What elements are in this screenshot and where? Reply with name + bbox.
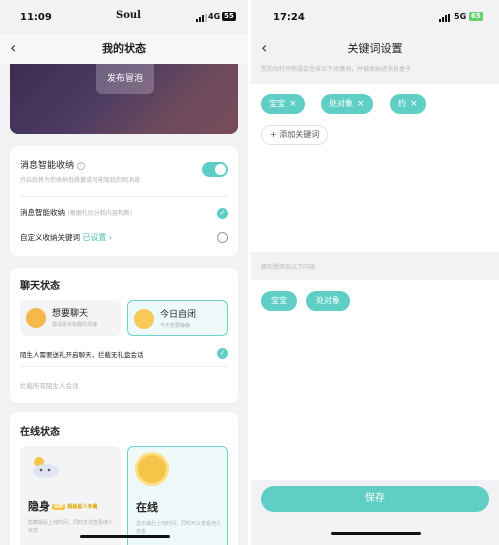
online-status-card: 在线状态 隐身 VIP 超级星人专属 隐藏最后上线时间，同时无法查看他人状态 在线 … [10,412,238,545]
home-indicator[interactable] [80,535,170,538]
network-label: 5G [454,12,467,21]
home-indicator[interactable] [331,532,421,535]
smart-fold-subtitle: 开启后将为您收纳低质量或可能取扰的陌消息 [20,177,141,184]
online-status-heading: 在线状态 [20,427,60,438]
smile-emoji-icon [134,309,154,329]
add-keyword-button[interactable]: + 添加关键词 [261,125,329,145]
keyword-chip[interactable]: 宝宝 × [261,94,305,114]
check-icon[interactable]: ✓ [217,348,228,359]
smart-fold-card: 消息智能收纳 ? 开启后将为您收纳低质量或可能取扰的陌消息 消息智能收纳 (根据… [10,146,238,256]
option-custom-keywords[interactable]: 自定义收纳关键词 已设置 › [20,232,112,243]
smart-fold-title: 消息智能收纳 ? [20,158,85,171]
nav-bar: ‹ 我的状态 [0,34,248,64]
suggestion-hint: 猜你想添加以下内容 [261,264,316,271]
option-subtitle: 邀请更多有趣的灵魂 [52,322,98,328]
signal-icon [196,14,207,22]
close-icon[interactable]: × [357,99,365,109]
info-icon[interactable]: ? [76,162,85,170]
keywords-set-link[interactable]: 已设置 › [82,233,112,242]
option-subtitle: 今天想要静静 [160,323,191,329]
sun-icon [138,455,166,483]
option-title: 在线 [136,501,158,514]
carrier-label: Soul [116,10,141,21]
network-label: 4G [208,12,221,21]
chat-status-heading: 聊天状态 [20,281,60,292]
close-icon[interactable]: × [410,99,418,109]
publish-bubble-button[interactable]: 发布冒泡 [96,64,154,94]
radio-icon[interactable] [217,232,228,243]
close-icon[interactable]: × [289,99,297,109]
option-title: 想要聊天 [52,309,89,319]
option-smart-fold[interactable]: 消息智能收纳 (根据礼仪分和内容判断) [20,207,132,218]
suggestions-panel: 宝宝 处对象 [251,280,499,480]
divider [20,366,228,367]
status-bar: 11:09 Soul 4G 55 [0,0,248,34]
vip-badge: VIP [52,504,66,510]
online-option-invisible[interactable]: 隐身 VIP 超级星人专属 隐藏最后上线时间，同时无法查看他人状态 [20,446,121,545]
option-subtitle: 隐藏最后上线时间，同时无法查看他人状态 [28,520,114,534]
option-title: 隐身 VIP 超级星人专属 [28,500,98,513]
cloud-icon [33,457,59,478]
keyword-chip[interactable]: 约 × [390,94,426,114]
check-icon[interactable]: ✓ [217,208,228,219]
clock: 11:09 [20,12,52,23]
page-title: 我的状态 [102,42,146,55]
online-option-online[interactable]: 在线 显示最后上线时间，同时可以查看他人状态 [127,446,228,545]
option-subtitle: 显示最后上线时间，同时可以查看他人状态 [136,521,222,535]
smart-fold-toggle[interactable] [202,162,228,177]
chat-emoji-icon [26,308,46,328]
battery-icon: 55 [222,12,236,21]
suggestion-chip[interactable]: 宝宝 [261,291,297,311]
page-title: 关键词设置 [347,42,403,55]
option-title: 今日自闭 [160,310,197,320]
rule-block-all[interactable]: 拦截所有陌生人会话 [20,380,79,390]
left-screen: 11:09 Soul 4G 55 ‹ 我的状态 发布冒泡 消息智能收纳 ? 开启… [0,0,248,545]
right-screen: 17:24 5G 65 ‹ 关键词设置 您的为打开陌语会包含以下关键词，并被收纳… [251,0,499,545]
nav-bar: ‹ 关键词设置 [251,34,499,64]
clock: 17:24 [273,12,305,23]
vip-note: 超级星人专属 [67,504,98,510]
status-banner: 发布冒泡 [10,64,238,134]
save-button[interactable]: 保存 [261,486,489,512]
keywords-panel: 宝宝 × 处对象 × 约 × + 添加关键词 [251,84,499,252]
status-bar: 17:24 5G 65 [251,0,499,34]
rule-gift-chat[interactable]: 陌生人需要送礼开启聊天，拦截无礼盘会话 [20,349,144,359]
chat-status-card: 聊天状态 想要聊天 邀请更多有趣的灵魂 今日自闭 今天想要静静 陌生人需要送礼开… [10,268,238,403]
chat-option-autistic[interactable]: 今日自闭 今天想要静静 [127,300,228,336]
suggestion-chip[interactable]: 处对象 [306,291,350,311]
battery-icon: 65 [469,12,483,21]
keywords-hint: 您的为打开陌语会包含以下关键词，并被收纳进消息盒子 [261,66,412,73]
signal-icon [439,14,450,22]
chat-option-want-chat[interactable]: 想要聊天 邀请更多有趣的灵魂 [20,300,121,336]
keyword-chip[interactable]: 处对象 × [321,94,373,114]
divider [20,196,228,197]
